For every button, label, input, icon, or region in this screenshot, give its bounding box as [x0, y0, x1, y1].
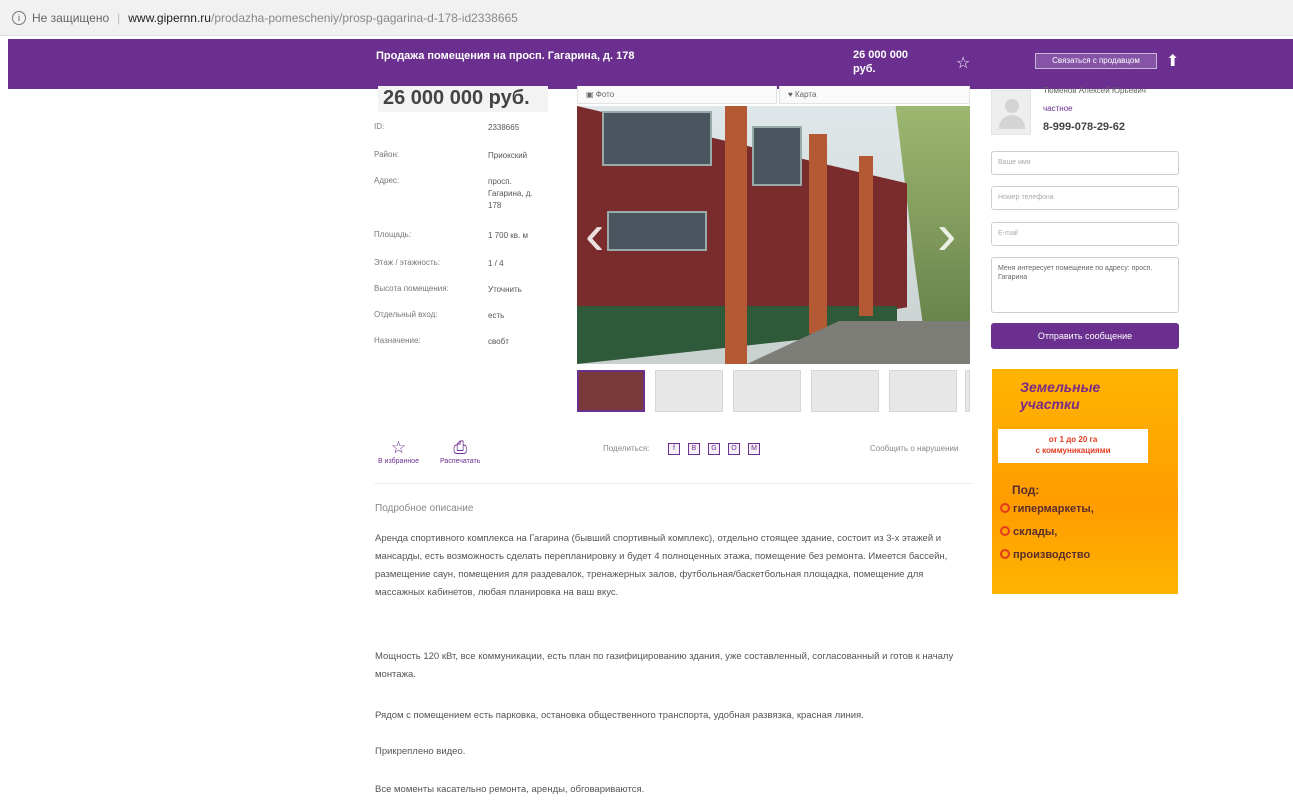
ad-title-line2: участки: [1020, 396, 1080, 412]
address-separator: |: [117, 10, 121, 25]
favorite-label: В избранное: [378, 458, 419, 465]
param-value: 1 700 кв. м: [488, 231, 528, 240]
report-link[interactable]: Сообщить о нарушении: [870, 444, 958, 453]
tab-map[interactable]: ♥ Карта: [779, 86, 970, 104]
thumbnail-strip: [577, 370, 970, 412]
share-vk-icon[interactable]: В: [688, 443, 700, 455]
security-label: Не защищено: [32, 10, 110, 25]
url-path[interactable]: /prodazha-pomescheniy/prosp-gagarina-d-1…: [211, 11, 518, 25]
main-photo[interactable]: ‹ ›: [577, 106, 970, 364]
url-domain[interactable]: www.gipernn.ru: [128, 11, 211, 25]
description-paragraph: Все моменты касательно ремонта, аренды, …: [375, 784, 645, 795]
description-paragraph: Аренда спортивного комплекса на Гагарина…: [375, 533, 948, 598]
param-value: 1 / 4: [488, 259, 504, 268]
param-key: Отдельный вход:: [374, 310, 438, 319]
photo-column: [725, 106, 747, 364]
seller-type-link[interactable]: частное: [1043, 104, 1073, 113]
ad-title-line1: Земельные: [1020, 379, 1101, 395]
scroll-up-icon[interactable]: ⬆: [1166, 51, 1179, 71]
tab-photo[interactable]: ▣ Фото: [577, 86, 777, 104]
divider: [374, 483, 974, 484]
bullet-icon: [1000, 549, 1010, 559]
ad-banner[interactable]: Земельные участки от 1 до 20 га с коммуник…: [992, 369, 1178, 594]
star-icon: ☆: [390, 438, 407, 457]
email-field[interactable]: E-mail: [991, 222, 1179, 246]
favorite-star-icon[interactable]: ☆: [956, 53, 970, 73]
tab-photo-label: Фото: [595, 90, 615, 99]
name-field[interactable]: Ваше имя: [991, 151, 1179, 175]
param-value: есть: [488, 311, 505, 320]
seller-phone[interactable]: 8-999-078-29-62: [1043, 121, 1125, 133]
description-paragraph: Рядом с помещением есть парковка, остано…: [375, 710, 864, 721]
send-message-button[interactable]: Отправить сообщение: [991, 323, 1179, 349]
photo-window: [752, 126, 802, 186]
photo-column: [859, 156, 873, 316]
thumbnail[interactable]: [655, 370, 723, 412]
param-key: ID:: [374, 122, 385, 131]
param-value: 2338665: [488, 123, 520, 132]
tab-map-label: Карта: [794, 90, 817, 99]
ad-item-label: производство: [1013, 549, 1091, 561]
thumbnail[interactable]: [733, 370, 801, 412]
ad-title: Земельные участки: [1020, 379, 1100, 413]
gallery-prev-icon[interactable]: ‹: [585, 206, 604, 264]
photo-window: [607, 211, 707, 251]
param-value: свобт: [488, 337, 509, 346]
ad-list-item: гипермаркеты,: [1000, 503, 1094, 515]
ad-pod: Под:: [1012, 483, 1040, 497]
ad-ribbon-line2: с коммуникациями: [1035, 446, 1111, 455]
print-button[interactable]: ⎙ Распечатать: [440, 438, 480, 465]
share-google-icon[interactable]: G: [708, 443, 720, 455]
address-bar[interactable]: i Не защищено | www.gipernn.ru /prodazha…: [0, 0, 1293, 36]
thumbnail[interactable]: [577, 370, 645, 412]
param-key: Назначение:: [374, 336, 421, 345]
param-key: Адрес:: [374, 176, 400, 185]
description-paragraph: Мощность 120 кВт, все коммуникации, есть…: [375, 651, 954, 680]
ad-ribbon: от 1 до 20 га с коммуникациями: [998, 429, 1148, 463]
bullet-icon: [1000, 526, 1010, 536]
photo-column: [809, 134, 827, 334]
print-label: Распечатать: [440, 458, 481, 465]
param-key: Этаж / этажность:: [374, 258, 440, 267]
thumbnail[interactable]: [965, 370, 970, 412]
thumbnail[interactable]: [811, 370, 879, 412]
description-title: Подробное описание: [375, 503, 474, 514]
gallery-tabs: ▣ Фото ♥ Карта: [577, 86, 970, 104]
avatar-body: [999, 115, 1025, 129]
header-title: Продажа помещения на просп. Гагарина, д.…: [376, 50, 635, 62]
header-price: 26 000 000 руб.: [853, 49, 909, 75]
description-paragraph: Прикреплено видео.: [375, 746, 466, 757]
ad-item-label: гипермаркеты,: [1013, 503, 1094, 515]
bullet-icon: [1000, 503, 1010, 513]
info-icon[interactable]: i: [12, 10, 26, 25]
favorite-button[interactable]: ☆ В избранное: [378, 438, 419, 465]
param-key: Площадь:: [374, 230, 412, 239]
avatar: [991, 90, 1031, 135]
ad-list-item: производство: [1000, 549, 1090, 561]
param-value: Приокский: [488, 151, 528, 160]
share-label: Поделиться:: [603, 444, 650, 453]
ad-list-item: склады,: [1000, 526, 1057, 538]
message-textarea[interactable]: Меня интересует помещение по адресу: про…: [991, 257, 1179, 313]
seller-name: Тюменов Алексей Юрьевич: [1043, 86, 1146, 95]
photo-window: [602, 111, 712, 166]
printer-icon: ⎙: [453, 438, 467, 457]
contact-seller-button[interactable]: Связаться с продавцом: [1035, 53, 1157, 69]
ad-item-label: склады,: [1013, 526, 1058, 538]
share-ok-icon[interactable]: О: [728, 443, 740, 455]
sticky-header: Продажа помещения на просп. Гагарина, д.…: [8, 39, 1293, 89]
thumbnail[interactable]: [889, 370, 957, 412]
listing-price: 26 000 000 руб.: [378, 86, 548, 112]
share-mail-icon[interactable]: М: [748, 443, 760, 455]
ad-ribbon-line1: от 1 до 20 га: [1048, 435, 1098, 444]
phone-field[interactable]: Номер телефона: [991, 186, 1179, 210]
avatar-head: [1005, 99, 1019, 113]
param-key: Район:: [374, 150, 400, 159]
gallery-next-icon[interactable]: ›: [937, 206, 956, 264]
param-value: Уточнить: [488, 285, 522, 294]
param-key: Высота помещения:: [374, 284, 449, 293]
share-facebook-icon[interactable]: f: [668, 443, 680, 455]
param-value: просп. Гагарина, д. 178: [488, 177, 533, 210]
